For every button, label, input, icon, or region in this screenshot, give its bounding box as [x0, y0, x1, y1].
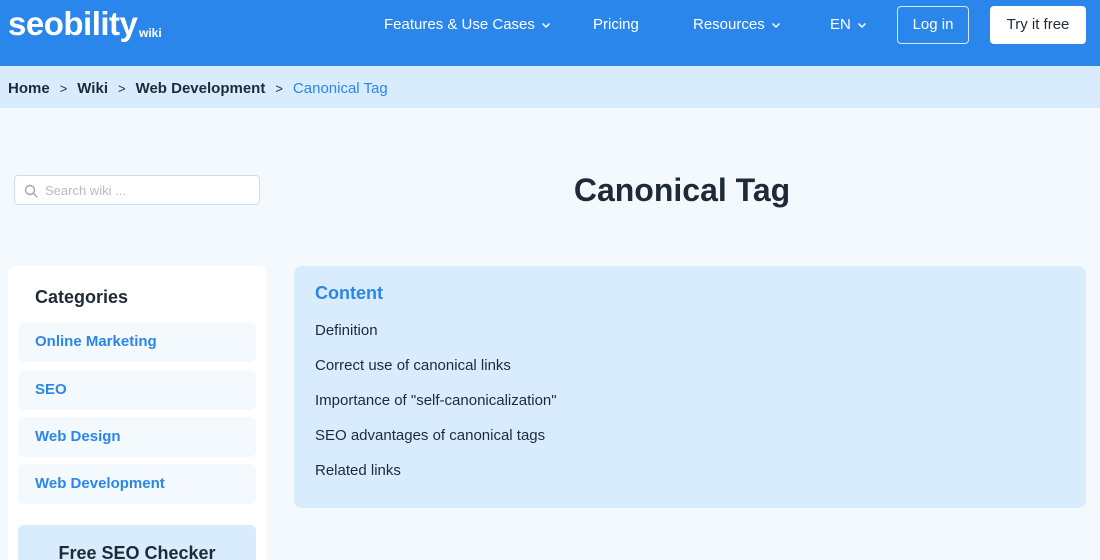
seo-checker-label: Free SEO Checker — [58, 543, 216, 560]
category-online-marketing[interactable]: Online Marketing — [18, 322, 256, 362]
nav-pricing[interactable]: Pricing — [593, 16, 639, 34]
search-input[interactable] — [45, 180, 253, 200]
chevron-down-icon — [540, 19, 552, 31]
table-of-contents: Content Definition Correct use of canoni… — [294, 266, 1086, 508]
search-box — [14, 175, 260, 205]
nav-resources-label: Resources — [693, 16, 765, 33]
breadcrumb-bar: Home > Wiki > Web Development > Canonica… — [0, 66, 1100, 108]
toc-heading: Content — [315, 283, 383, 303]
language-label: EN — [830, 16, 851, 33]
seo-checker-card[interactable]: Free SEO Checker — [18, 525, 256, 560]
breadcrumb-web-development[interactable]: Web Development — [136, 80, 266, 97]
breadcrumb-wiki[interactable]: Wiki — [77, 80, 108, 97]
nav-pricing-label: Pricing — [593, 16, 639, 33]
logo[interactable]: seobility — [8, 6, 138, 42]
page-title: Canonical Tag — [573, 172, 791, 208]
categories-sidebar: Categories Online Marketing SEO Web Desi… — [8, 266, 267, 560]
breadcrumb-separator: > — [59, 80, 68, 96]
toc-link-related-links[interactable]: Related links — [315, 462, 401, 479]
toc-link-seo-advantages[interactable]: SEO advantages of canonical tags — [315, 427, 545, 444]
search-icon — [24, 184, 38, 198]
breadcrumb-separator: > — [275, 80, 283, 96]
login-button[interactable]: Log in — [897, 6, 969, 44]
toc-link-definition[interactable]: Definition — [315, 322, 378, 339]
toc-link-self-canonicalization[interactable]: Importance of "self-canonicalization" — [315, 392, 557, 409]
try-free-button[interactable]: Try it free — [990, 6, 1086, 44]
toc-link-correct-use[interactable]: Correct use of canonical links — [315, 357, 511, 374]
chevron-down-icon — [770, 19, 782, 31]
language-selector[interactable]: EN — [830, 16, 868, 34]
logo-wiki-label[interactable]: wiki — [139, 26, 162, 40]
nav-resources[interactable]: Resources — [693, 16, 782, 34]
breadcrumb-home[interactable]: Home — [8, 80, 50, 97]
top-navbar: seobility wiki Features & Use Cases Pric… — [0, 0, 1100, 66]
nav-features-label: Features & Use Cases — [384, 16, 535, 33]
breadcrumb: Home > Wiki > Web Development > Canonica… — [8, 79, 388, 97]
breadcrumb-separator: > — [117, 80, 126, 96]
category-web-design[interactable]: Web Design — [18, 417, 256, 457]
chevron-down-icon — [856, 19, 868, 31]
category-web-development[interactable]: Web Development — [18, 464, 256, 504]
categories-heading: Categories — [35, 287, 129, 307]
category-seo[interactable]: SEO — [18, 370, 256, 410]
nav-features[interactable]: Features & Use Cases — [384, 16, 552, 34]
breadcrumb-current: Canonical Tag — [292, 79, 388, 97]
